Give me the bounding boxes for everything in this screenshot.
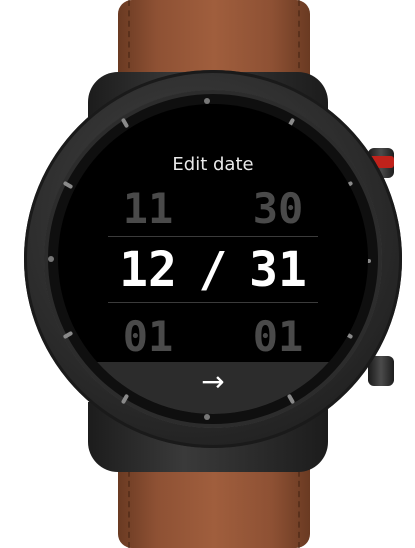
date-row-selected[interactable]: 12 / 31 <box>58 242 368 298</box>
date-row-next[interactable]: 01 01 <box>58 312 368 361</box>
selection-divider-bottom <box>108 302 318 303</box>
next-month[interactable]: 01 <box>103 312 193 361</box>
date-row-previous[interactable]: 11 30 <box>58 184 368 233</box>
date-separator: / <box>198 242 228 298</box>
selection-divider-top <box>108 236 318 237</box>
previous-day[interactable]: 30 <box>233 184 323 233</box>
confirm-button[interactable]: → <box>58 362 368 414</box>
arrow-right-icon: → <box>201 365 225 398</box>
previous-month[interactable]: 11 <box>103 184 193 233</box>
screen-title: Edit date <box>172 154 254 175</box>
bezel-marker-9 <box>48 256 54 262</box>
bezel-marker-6 <box>204 414 210 420</box>
next-day[interactable]: 01 <box>233 312 323 361</box>
watch-screen: Edit date 11 30 12 / 31 01 01 → <box>58 104 368 414</box>
selected-month[interactable]: 12 <box>103 242 193 298</box>
selected-day[interactable]: 31 <box>233 242 323 298</box>
